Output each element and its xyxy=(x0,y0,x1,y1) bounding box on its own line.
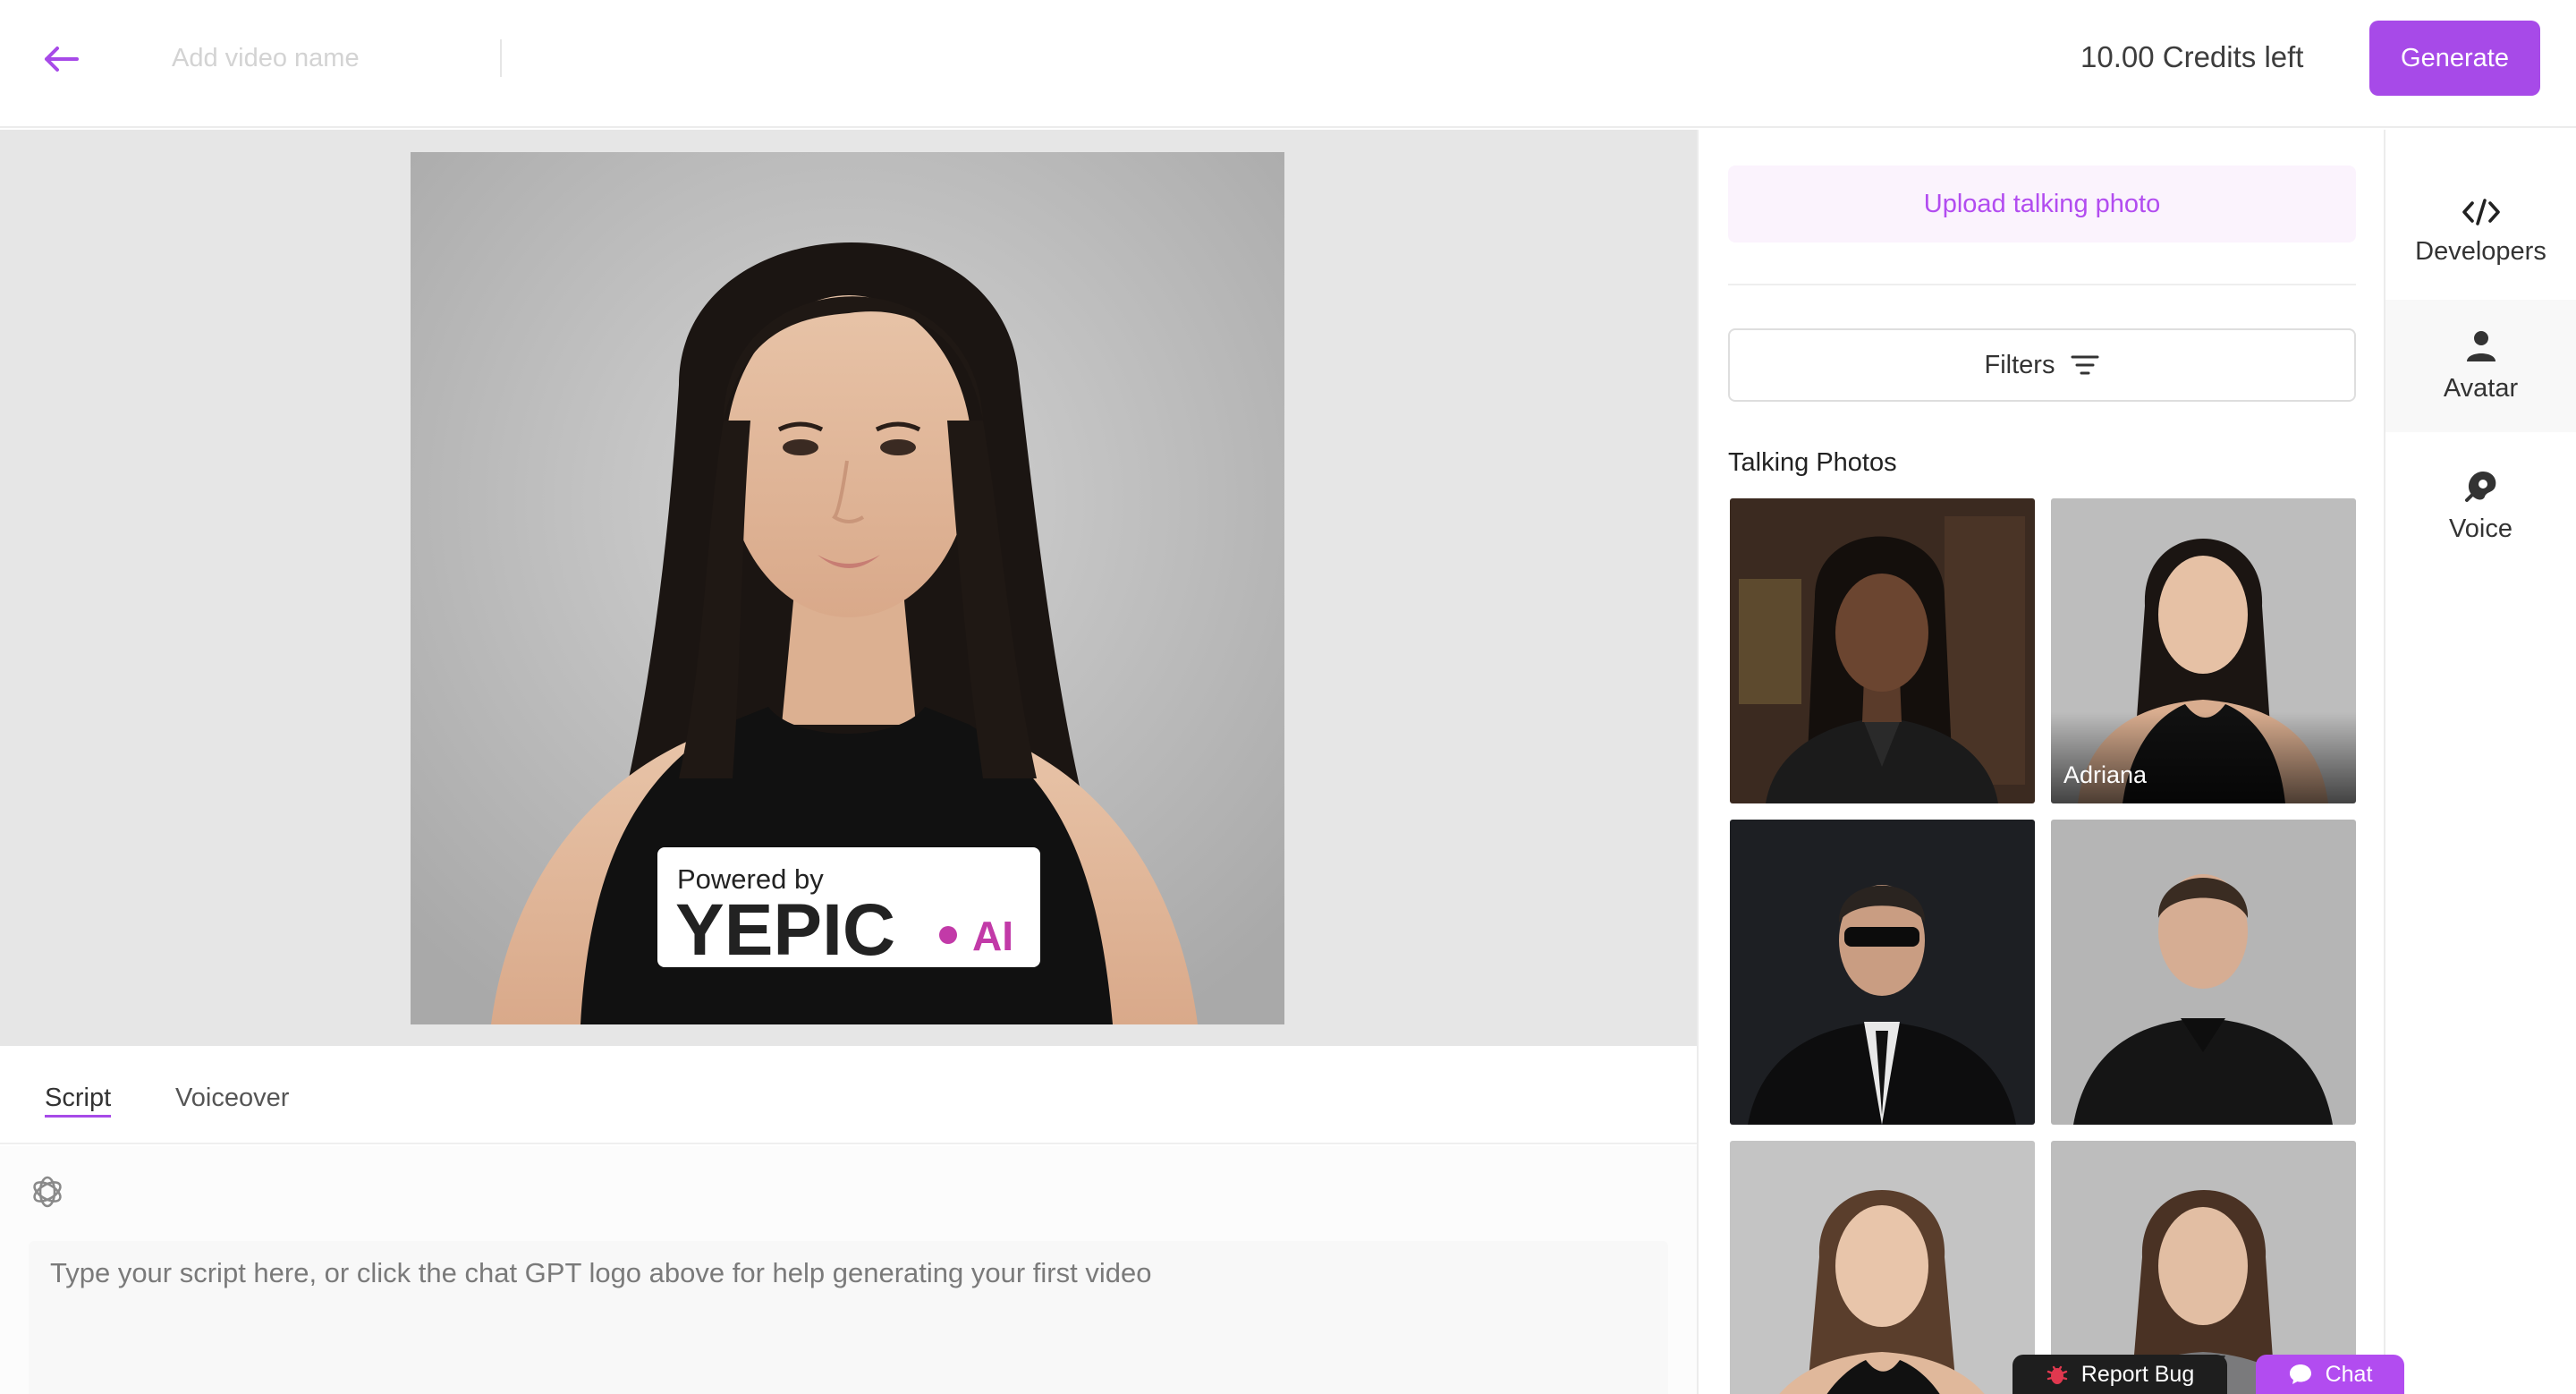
rail-label: Developers xyxy=(2415,236,2546,266)
talking-photo-item[interactable] xyxy=(1730,498,2035,803)
report-bug-button[interactable]: Report Bug xyxy=(2012,1355,2227,1394)
chat-button[interactable]: Chat xyxy=(2256,1355,2404,1394)
rail-item-voice[interactable]: Voice xyxy=(2385,439,2576,572)
chat-label: Chat xyxy=(2325,1361,2373,1387)
divider xyxy=(500,39,502,77)
filters-label: Filters xyxy=(1984,350,2055,379)
talking-photos-panel: Upload talking photo Filters Talking Pho… xyxy=(1697,130,2384,1394)
talking-photo-image xyxy=(2051,820,2356,1125)
talking-photo-image xyxy=(1730,1141,2035,1394)
rail-label: Voice xyxy=(2449,514,2512,543)
filters-button[interactable]: Filters xyxy=(1728,328,2356,402)
filter-lines-icon xyxy=(2071,355,2099,375)
chat-bubble-icon xyxy=(2289,1364,2311,1384)
back-button[interactable] xyxy=(39,39,82,79)
video-name-input[interactable] xyxy=(172,38,494,79)
tab-script[interactable]: Script xyxy=(45,1078,112,1118)
talking-photo-item[interactable] xyxy=(1730,1141,2035,1394)
right-rail: Developers Avatar Voice xyxy=(2384,130,2576,1394)
talking-photo-label: Adriana xyxy=(2063,761,2148,788)
avatar-preview: Powered by YEPIC AI xyxy=(411,152,1284,1024)
rail-item-developers[interactable]: Developers xyxy=(2385,166,2576,298)
talking-photo-image xyxy=(1730,498,2035,803)
rail-label: Avatar xyxy=(2443,373,2519,403)
section-title: Talking Photos xyxy=(1728,448,1897,477)
rail-item-avatar[interactable]: Avatar xyxy=(2385,300,2576,432)
talking-photo-item[interactable]: Adriana xyxy=(2051,498,2356,803)
preview-stage: Powered by YEPIC AI xyxy=(0,130,1697,1046)
talking-photo-image xyxy=(1730,820,2035,1125)
top-bar: 10.00 Credits left Generate xyxy=(0,0,2576,128)
script-input[interactable] xyxy=(29,1241,1668,1394)
tab-voiceover[interactable]: Voiceover xyxy=(175,1078,289,1118)
talking-photo-item[interactable] xyxy=(1730,820,2035,1125)
report-bug-label: Report Bug xyxy=(2080,1361,2195,1387)
editor-tabs: Script Voiceover xyxy=(0,1046,1697,1144)
script-area xyxy=(0,1146,1697,1394)
voice-icon xyxy=(2464,471,2496,502)
divider xyxy=(1728,284,2356,285)
generate-button[interactable]: Generate xyxy=(2369,21,2540,96)
yepic-watermark: Powered by YEPIC AI xyxy=(657,847,1040,971)
upload-talking-photo-button[interactable]: Upload talking photo xyxy=(1728,166,2356,242)
person-icon xyxy=(2466,330,2496,361)
watermark-suffix: AI xyxy=(972,913,1013,959)
watermark-brand: YEPIC xyxy=(675,889,895,971)
credits-left: 10.00 Credits left xyxy=(2080,40,2304,73)
arrow-left-icon xyxy=(45,47,79,72)
talking-photo-item[interactable] xyxy=(2051,820,2356,1125)
code-icon xyxy=(2462,198,2500,225)
bug-icon xyxy=(2046,1365,2067,1384)
avatar-portrait-image: Powered by YEPIC AI xyxy=(411,152,1284,1024)
chatgpt-logo-icon[interactable] xyxy=(29,1173,66,1211)
talking-photo-image xyxy=(2051,498,2356,803)
